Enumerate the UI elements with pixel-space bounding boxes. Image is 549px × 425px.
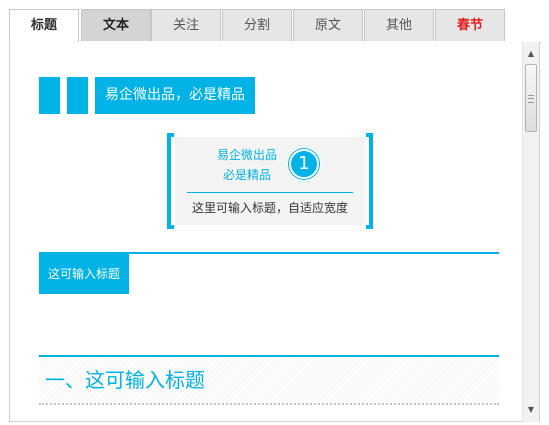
divider-line xyxy=(187,192,353,193)
title-line-1: 易企微出品 xyxy=(216,148,277,162)
tab-spring-festival[interactable]: 春节 xyxy=(435,9,505,41)
vertical-scrollbar[interactable]: ▲ ▼ xyxy=(522,42,539,422)
template-list: 易企微出品，必是精品 易企微出品 必是精品 1 这里可输入标题，自适应宽度 这可… xyxy=(10,42,523,422)
left-bracket xyxy=(167,133,174,229)
template-panel: 易企微出品，必是精品 易企微出品 必是精品 1 这里可输入标题，自适应宽度 这可… xyxy=(9,42,540,422)
scrollbar-thumb[interactable] xyxy=(525,64,537,132)
title-template-1-text: 易企微出品，必是精品 xyxy=(95,77,255,114)
number-badge: 1 xyxy=(286,146,322,182)
accent-bar xyxy=(67,77,88,114)
title-template-2-subtitle: 这里可输入标题，自适应宽度 xyxy=(191,201,348,215)
tab-divider[interactable]: 分割 xyxy=(222,9,292,41)
title-line-2: 必是精品 xyxy=(222,168,271,182)
right-bracket xyxy=(366,133,373,229)
tab-original[interactable]: 原文 xyxy=(293,9,363,41)
title-template-2[interactable]: 易企微出品 必是精品 1 这里可输入标题，自适应宽度 xyxy=(167,133,373,229)
accent-bar xyxy=(39,77,60,114)
tab-other[interactable]: 其他 xyxy=(364,9,434,41)
arrow-up-icon[interactable]: ▲ xyxy=(523,46,539,62)
title-template-3-text: 这可输入标题 xyxy=(39,254,130,294)
arrow-down-icon[interactable]: ▼ xyxy=(523,402,539,418)
title-template-2-text: 易企微出品 必是精品 xyxy=(197,145,297,185)
tab-title[interactable]: 标题 xyxy=(9,9,79,43)
striped-title-box: 一、这可输入标题 xyxy=(39,357,499,405)
tab-bar: 标题 文本 关注 分割 原文 其他 春节 xyxy=(9,9,541,43)
grip-icon xyxy=(528,95,534,103)
tab-text[interactable]: 文本 xyxy=(81,9,151,41)
tab-follow[interactable]: 关注 xyxy=(151,9,221,41)
title-template-4-text: 一、这可输入标题 xyxy=(45,368,205,392)
number-badge-value: 1 xyxy=(289,149,319,179)
